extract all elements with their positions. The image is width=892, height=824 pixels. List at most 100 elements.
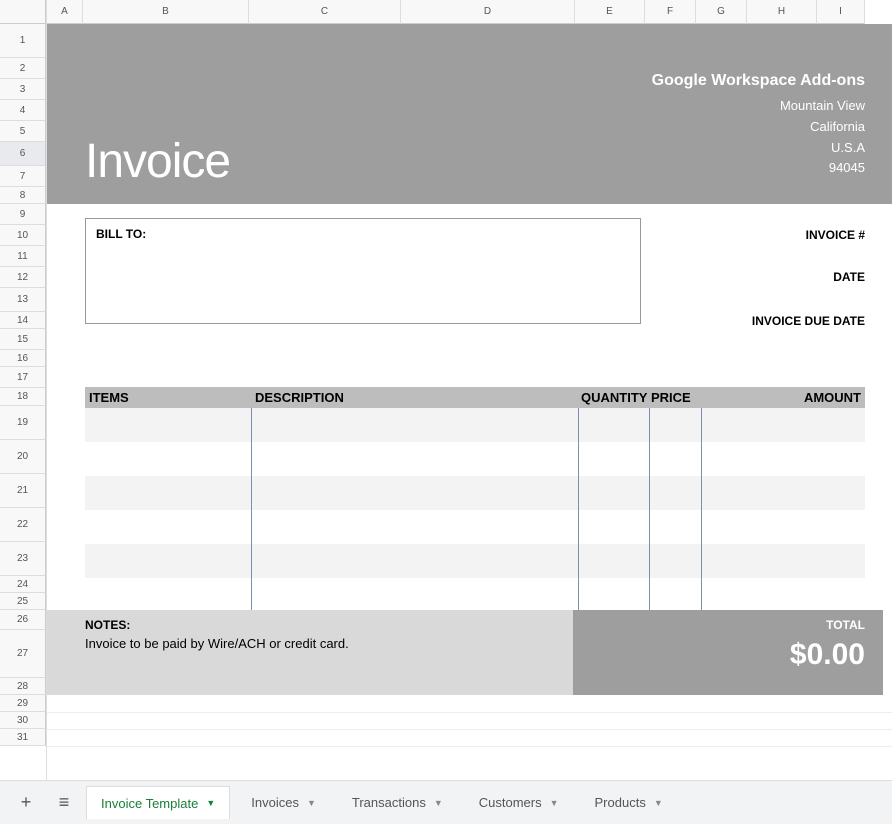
row-header-26[interactable]: 26 <box>0 610 46 630</box>
row-header-22[interactable]: 22 <box>0 508 46 542</box>
total-label: TOTAL <box>591 618 865 632</box>
row-header-24[interactable]: 24 <box>0 576 46 593</box>
row-header-3[interactable]: 3 <box>0 79 46 100</box>
sheet-tab-customers[interactable]: Customers▼ <box>464 786 574 819</box>
cell-item[interactable] <box>85 408 251 442</box>
invoice-number-label: INVOICE # <box>806 228 865 242</box>
cell-amount[interactable] <box>702 442 865 476</box>
row-header-17[interactable]: 17 <box>0 367 46 388</box>
col-header-B[interactable]: B <box>83 0 249 24</box>
cell-amount[interactable] <box>702 510 865 544</box>
cell-quantity[interactable] <box>579 408 649 442</box>
col-header-C[interactable]: C <box>249 0 401 24</box>
row-header-16[interactable]: 16 <box>0 350 46 367</box>
cell-item[interactable] <box>85 544 251 578</box>
row-header-21[interactable]: 21 <box>0 474 46 508</box>
col-header-E[interactable]: E <box>575 0 645 24</box>
row-header-5[interactable]: 5 <box>0 121 46 142</box>
row-header-11[interactable]: 11 <box>0 246 46 267</box>
chevron-down-icon[interactable]: ▼ <box>307 798 316 808</box>
sheet-tab-label: Transactions <box>352 795 426 810</box>
row-header-1[interactable]: 1 <box>0 24 46 58</box>
menu-icon: ≡ <box>59 792 70 813</box>
cell-item[interactable] <box>85 442 251 476</box>
row-header-20[interactable]: 20 <box>0 440 46 474</box>
cell-description[interactable] <box>252 442 578 476</box>
select-all-corner[interactable] <box>0 0 46 24</box>
cell-description[interactable] <box>252 408 578 442</box>
row-header-25[interactable]: 25 <box>0 593 46 610</box>
cell-quantity[interactable] <box>579 442 649 476</box>
cell-price[interactable] <box>650 476 701 510</box>
row-header-7[interactable]: 7 <box>0 166 46 187</box>
bill-to-box[interactable]: BILL TO: <box>85 218 641 324</box>
row-header-6[interactable]: 6 <box>0 142 46 166</box>
row-header-30[interactable]: 30 <box>0 712 46 729</box>
table-row[interactable] <box>85 408 865 442</box>
sheet-canvas[interactable]: Invoice Google Workspace Add-ons Mountai… <box>47 24 892 780</box>
col-header-G[interactable]: G <box>696 0 747 24</box>
cell-quantity[interactable] <box>579 476 649 510</box>
cell-quantity[interactable] <box>579 544 649 578</box>
cell-quantity[interactable] <box>579 510 649 544</box>
cell-amount[interactable] <box>702 578 865 612</box>
table-row[interactable] <box>85 578 865 612</box>
row-header-8[interactable]: 8 <box>0 187 46 204</box>
sheet-tabs-bar: + ≡ Invoice Template▼Invoices▼Transactio… <box>0 780 892 824</box>
sheet-tab-invoice-template[interactable]: Invoice Template▼ <box>86 786 230 819</box>
table-row[interactable] <box>85 544 865 578</box>
row-header-15[interactable]: 15 <box>0 329 46 350</box>
cell-description[interactable] <box>252 544 578 578</box>
sheet-tab-products[interactable]: Products▼ <box>580 786 678 819</box>
row-header-9[interactable]: 9 <box>0 204 46 225</box>
chevron-down-icon[interactable]: ▼ <box>550 798 559 808</box>
row-header-23[interactable]: 23 <box>0 542 46 576</box>
invoice-title: Invoice <box>85 134 230 189</box>
sheet-tab-invoices[interactable]: Invoices▼ <box>236 786 331 819</box>
total-block: TOTAL $0.00 <box>573 610 883 695</box>
add-sheet-button[interactable]: + <box>10 787 42 819</box>
invoice-header-block: Invoice Google Workspace Add-ons Mountai… <box>47 24 892 204</box>
cell-price[interactable] <box>650 578 701 612</box>
cell-price[interactable] <box>650 510 701 544</box>
chevron-down-icon[interactable]: ▼ <box>654 798 663 808</box>
cell-item[interactable] <box>85 578 251 612</box>
col-header-F[interactable]: F <box>645 0 696 24</box>
table-row[interactable] <box>85 476 865 510</box>
row-header-12[interactable]: 12 <box>0 267 46 288</box>
col-header-D[interactable]: D <box>401 0 575 24</box>
row-header-31[interactable]: 31 <box>0 729 46 746</box>
cell-amount[interactable] <box>702 544 865 578</box>
cell-amount[interactable] <box>702 408 865 442</box>
col-header-H[interactable]: H <box>747 0 817 24</box>
sheet-tab-transactions[interactable]: Transactions ▼ <box>337 786 458 819</box>
row-header-4[interactable]: 4 <box>0 100 46 121</box>
row-header-29[interactable]: 29 <box>0 695 46 712</box>
cell-item[interactable] <box>85 476 251 510</box>
row-header-14[interactable]: 14 <box>0 312 46 329</box>
chevron-down-icon[interactable]: ▼ <box>434 798 443 808</box>
chevron-down-icon[interactable]: ▼ <box>206 798 215 808</box>
table-row[interactable] <box>85 442 865 476</box>
row-header-19[interactable]: 19 <box>0 406 46 440</box>
row-header-27[interactable]: 27 <box>0 630 46 678</box>
row-header-13[interactable]: 13 <box>0 288 46 312</box>
cell-price[interactable] <box>650 442 701 476</box>
col-header-I[interactable]: I <box>817 0 865 24</box>
cell-quantity[interactable] <box>579 578 649 612</box>
cell-item[interactable] <box>85 510 251 544</box>
col-header-A[interactable]: A <box>47 0 83 24</box>
cell-price[interactable] <box>650 544 701 578</box>
cell-price[interactable] <box>650 408 701 442</box>
cell-description[interactable] <box>252 578 578 612</box>
row-header-18[interactable]: 18 <box>0 388 46 406</box>
row-header-28[interactable]: 28 <box>0 678 46 695</box>
row-header-10[interactable]: 10 <box>0 225 46 246</box>
all-sheets-button[interactable]: ≡ <box>48 787 80 819</box>
table-row[interactable] <box>85 510 865 544</box>
cell-description[interactable] <box>252 476 578 510</box>
cell-amount[interactable] <box>702 476 865 510</box>
row-headers: 1234567891011121314151617181920212223242… <box>0 0 47 780</box>
row-header-2[interactable]: 2 <box>0 58 46 79</box>
cell-description[interactable] <box>252 510 578 544</box>
